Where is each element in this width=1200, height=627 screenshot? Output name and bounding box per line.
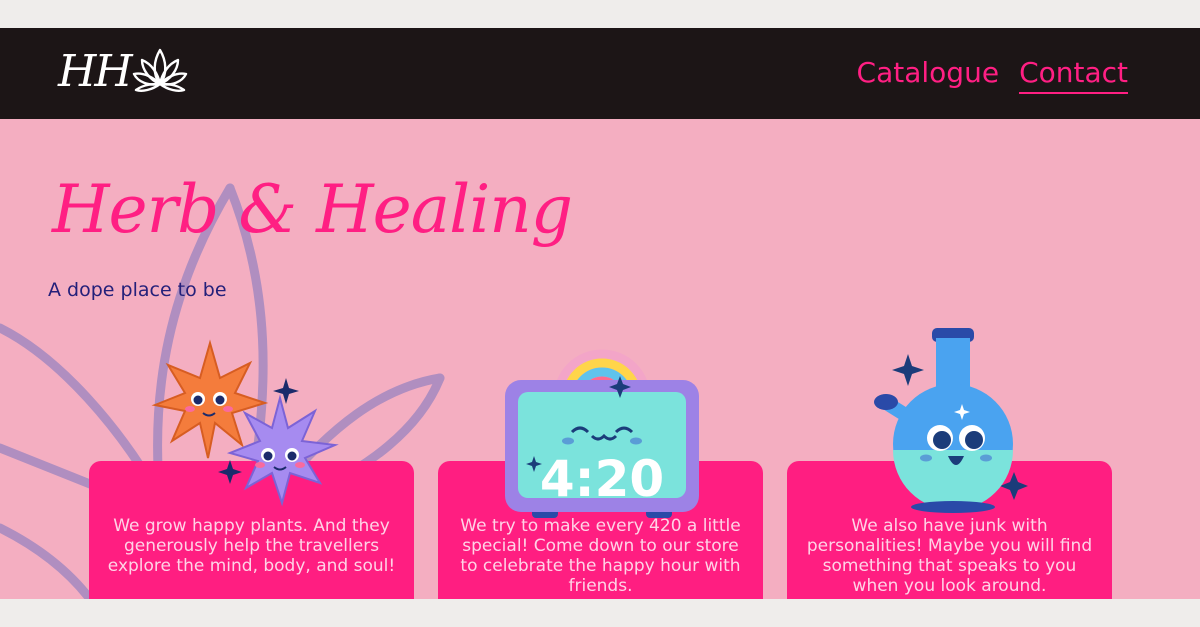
nav-link-catalogue[interactable]: Catalogue	[857, 56, 1000, 94]
card-text: We try to make every 420 a little specia…	[460, 516, 741, 596]
sparkle-icon	[273, 378, 299, 404]
clock-display: 4:20	[540, 450, 664, 508]
nav-link-contact[interactable]: Contact	[1019, 56, 1128, 94]
card-text: We also have junk with personalities! Ma…	[806, 516, 1093, 596]
lotus-icon	[132, 48, 188, 92]
bong-character-illustration	[874, 328, 1028, 513]
leaf-characters-illustration	[151, 339, 339, 507]
rainbow-clock-illustration: 4:20	[505, 349, 699, 518]
logo[interactable]: HH	[58, 42, 188, 104]
page: HH Catalogue Contact Herb & Healing A do…	[0, 28, 1200, 599]
sparkle-icon	[218, 460, 242, 484]
nav-links: Catalogue Contact	[857, 56, 1128, 94]
hero-title: Herb & Healing	[52, 171, 573, 248]
orange-leaf-character	[151, 339, 269, 459]
logo-text: HH	[58, 46, 133, 97]
tagline: A dope place to be	[48, 279, 227, 301]
card-text: We grow happy plants. And they generousl…	[107, 516, 396, 576]
sparkle-icon	[892, 354, 924, 386]
navbar: HH Catalogue Contact	[0, 28, 1200, 119]
purple-leaf-character	[226, 394, 339, 507]
